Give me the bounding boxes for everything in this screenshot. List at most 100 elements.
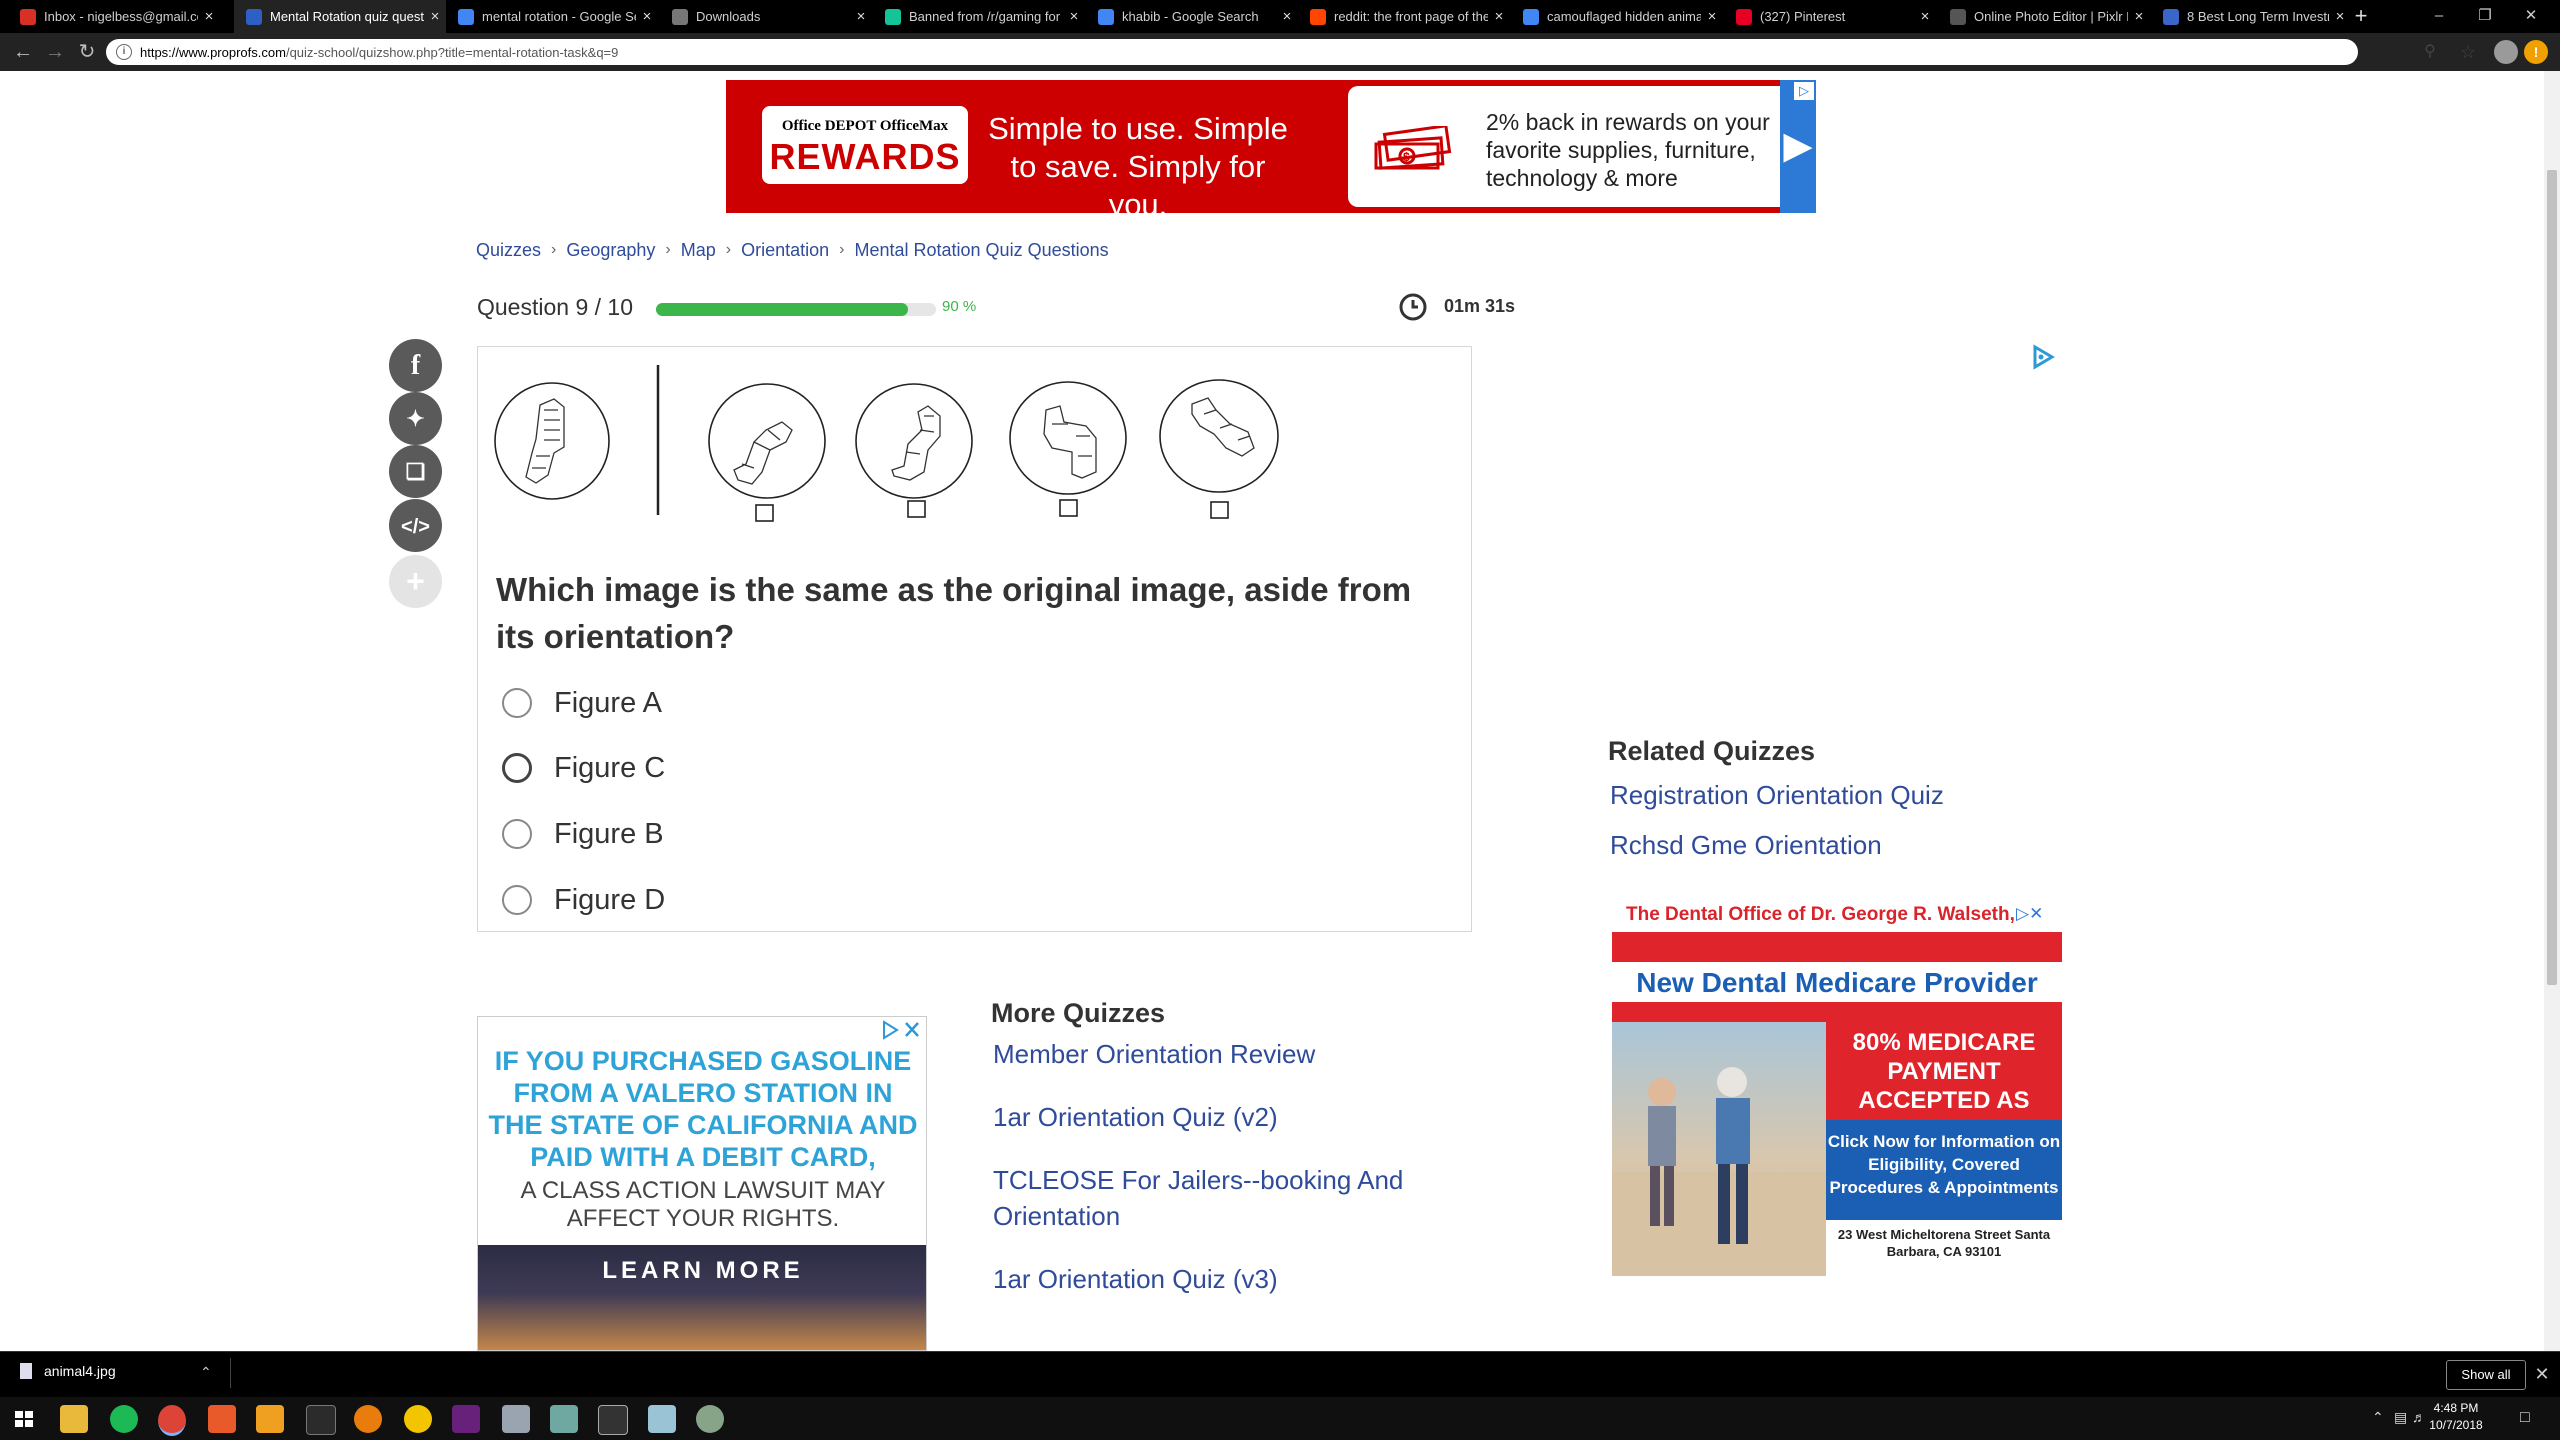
progress-fill [656, 303, 908, 316]
breadcrumb-orientation[interactable]: Orientation [741, 240, 829, 261]
visual-studio-icon[interactable] [452, 1405, 480, 1433]
browser-tab[interactable]: 8 Best Long Term Investme× [2151, 0, 2351, 33]
matlab-icon[interactable] [208, 1405, 236, 1433]
browser-tab[interactable]: Banned from /r/gaming for × [873, 0, 1085, 33]
minimize-button[interactable]: – [2416, 0, 2462, 33]
tab-title: camouflaged hidden anima [1547, 9, 1701, 24]
address-bar[interactable]: i https://www.proprofs.com/quiz-school/q… [106, 39, 2358, 65]
more-quiz-link[interactable]: 1ar Orientation Quiz (v3) [993, 1261, 1433, 1297]
breadcrumb-current[interactable]: Mental Rotation Quiz Questions [854, 240, 1108, 261]
close-icon[interactable]: ✕ [2532, 1360, 2552, 1388]
office-depot-banner-ad[interactable]: Office DEPOT OfficeMax REWARDS Simple to… [726, 80, 1816, 222]
tab-close-icon[interactable]: × [198, 8, 220, 25]
browser-tab[interactable]: Online Photo Editor | Pixlr E × [1938, 0, 2150, 33]
reload-icon[interactable]: ↻ [72, 33, 102, 71]
radio-button[interactable] [502, 819, 532, 849]
dental-ad[interactable]: The Dental Office of Dr. George R. Walse… [1612, 900, 2062, 1278]
scrollbar-thumb[interactable] [2547, 170, 2557, 985]
option-1[interactable]: Figure A [502, 683, 662, 723]
more-quiz-link[interactable]: TCLEOSE For Jailers--booking And Orienta… [993, 1162, 1433, 1234]
tab-close-icon[interactable]: × [1488, 8, 1510, 25]
more-quiz-link[interactable]: 1ar Orientation Quiz (v2) [993, 1099, 1433, 1135]
bookmark-star-icon[interactable]: ☆ [2456, 39, 2480, 65]
grammarly-icon [885, 8, 901, 25]
tray-chevron-icon[interactable]: ⌃ [2372, 1409, 2384, 1426]
class-action-ad[interactable]: IF YOU PURCHASED GASOLINE FROM A VALERO … [477, 1016, 927, 1351]
windows-start-icon[interactable] [10, 1405, 38, 1433]
spotify-icon[interactable] [110, 1405, 138, 1433]
more-quizzes-title: More Quizzes [991, 998, 1166, 1028]
browser-tab[interactable]: khabib - Google Search × [1086, 0, 1298, 33]
app-green-icon[interactable] [696, 1405, 724, 1433]
related-quiz-link[interactable]: Rchsd Gme Orientation [1610, 830, 1882, 861]
adchoices-close-icon[interactable] [878, 1019, 924, 1041]
adchoices-icon[interactable]: ▷ [1794, 82, 1814, 100]
file-explorer-icon[interactable] [60, 1405, 88, 1433]
tab-close-icon[interactable]: × [1063, 8, 1085, 25]
app-yellow-icon[interactable] [404, 1405, 432, 1433]
app-teal-icon[interactable] [550, 1405, 578, 1433]
chevron-right-icon: › [839, 241, 845, 258]
tab-close-icon[interactable]: × [1701, 8, 1723, 25]
restore-button[interactable]: ❐ [2462, 0, 2508, 33]
chevron-up-icon[interactable]: ⌃ [200, 1364, 212, 1381]
unity-icon[interactable] [306, 1405, 336, 1435]
chrome-menu-icon[interactable]: ! [2524, 40, 2548, 64]
tab-close-icon[interactable]: × [424, 8, 446, 25]
adchoices-icon[interactable] [2030, 344, 2056, 370]
tab-close-icon[interactable]: × [636, 8, 658, 25]
browser-tab[interactable]: Inbox - nigelbess@gmail.co × [8, 0, 220, 33]
copy-share-button[interactable]: ❏ [389, 445, 442, 498]
radio-button[interactable] [502, 688, 532, 718]
dental-info-panel[interactable]: Click Now for Information on Eligibility… [1826, 1120, 2062, 1220]
tab-close-icon[interactable]: × [850, 8, 872, 25]
twitter-share-button[interactable]: ✦ [389, 392, 442, 445]
close-window-button[interactable]: ✕ [2508, 0, 2554, 33]
tab-close-icon[interactable]: × [1914, 8, 1936, 25]
download-filename: animal4.jpg [44, 1363, 116, 1379]
terminal-icon[interactable] [598, 1405, 628, 1435]
chrome-icon[interactable] [158, 1405, 186, 1436]
option-2[interactable]: Figure C [502, 748, 665, 788]
browser-tab[interactable]: camouflaged hidden anima × [1511, 0, 1723, 33]
browser-tab[interactable]: mental rotation - Google Se × [446, 0, 658, 33]
radio-button[interactable] [502, 885, 532, 915]
forward-icon[interactable]: → [40, 33, 70, 71]
gas-ad-headline: IF YOU PURCHASED GASOLINE FROM A VALERO … [488, 1046, 918, 1172]
browser-tab[interactable]: Downloads × [660, 0, 872, 33]
download-item[interactable]: animal4.jpg [20, 1363, 116, 1379]
app-gray-icon[interactable] [502, 1405, 530, 1433]
tab-close-icon[interactable]: × [2128, 8, 2150, 25]
tab-title: Banned from /r/gaming for [909, 9, 1061, 24]
profile-avatar[interactable] [2494, 40, 2518, 64]
related-quiz-link[interactable]: Registration Orientation Quiz [1610, 780, 1944, 811]
embed-share-button[interactable]: </> [389, 499, 442, 552]
facebook-share-button[interactable]: f [389, 339, 442, 392]
option-4[interactable]: Figure D [502, 880, 665, 920]
show-all-button[interactable]: Show all [2446, 1360, 2526, 1390]
site-info-icon[interactable]: i [116, 44, 132, 60]
radio-button[interactable] [502, 753, 532, 783]
tab-title: khabib - Google Search [1122, 9, 1259, 24]
more-quiz-link[interactable]: Member Orientation Review [993, 1036, 1433, 1072]
tab-close-icon[interactable]: × [1276, 8, 1298, 25]
sublime-icon[interactable] [256, 1405, 284, 1433]
breadcrumb-quizzes[interactable]: Quizzes [476, 240, 541, 261]
breadcrumb-geography[interactable]: Geography [566, 240, 655, 261]
notification-icon[interactable]: □ [2520, 1409, 2530, 1427]
learn-more-button[interactable]: LEARN MORE [478, 1257, 926, 1285]
clock[interactable]: 4:48 PM 10/7/2018 [2420, 1400, 2492, 1434]
zoom-icon[interactable]: ⚲ [2418, 39, 2442, 65]
breadcrumb-map[interactable]: Map [681, 240, 716, 261]
new-tab-button[interactable]: + [2346, 0, 2376, 33]
back-icon[interactable]: ← [8, 33, 38, 71]
adchoices-close-icon[interactable]: ▷✕ [2016, 904, 2056, 926]
app-blue-icon[interactable] [648, 1405, 676, 1433]
browser-tab[interactable]: (327) Pinterest × [1724, 0, 1936, 33]
blender-icon[interactable] [354, 1405, 382, 1433]
network-icon[interactable]: ▤ [2394, 1409, 2407, 1426]
browser-tab[interactable]: Mental Rotation quiz questi × [234, 0, 446, 33]
more-share-button[interactable]: + [389, 555, 442, 608]
option-3[interactable]: Figure B [502, 814, 664, 854]
browser-tab[interactable]: reddit: the front page of the × [1298, 0, 1510, 33]
